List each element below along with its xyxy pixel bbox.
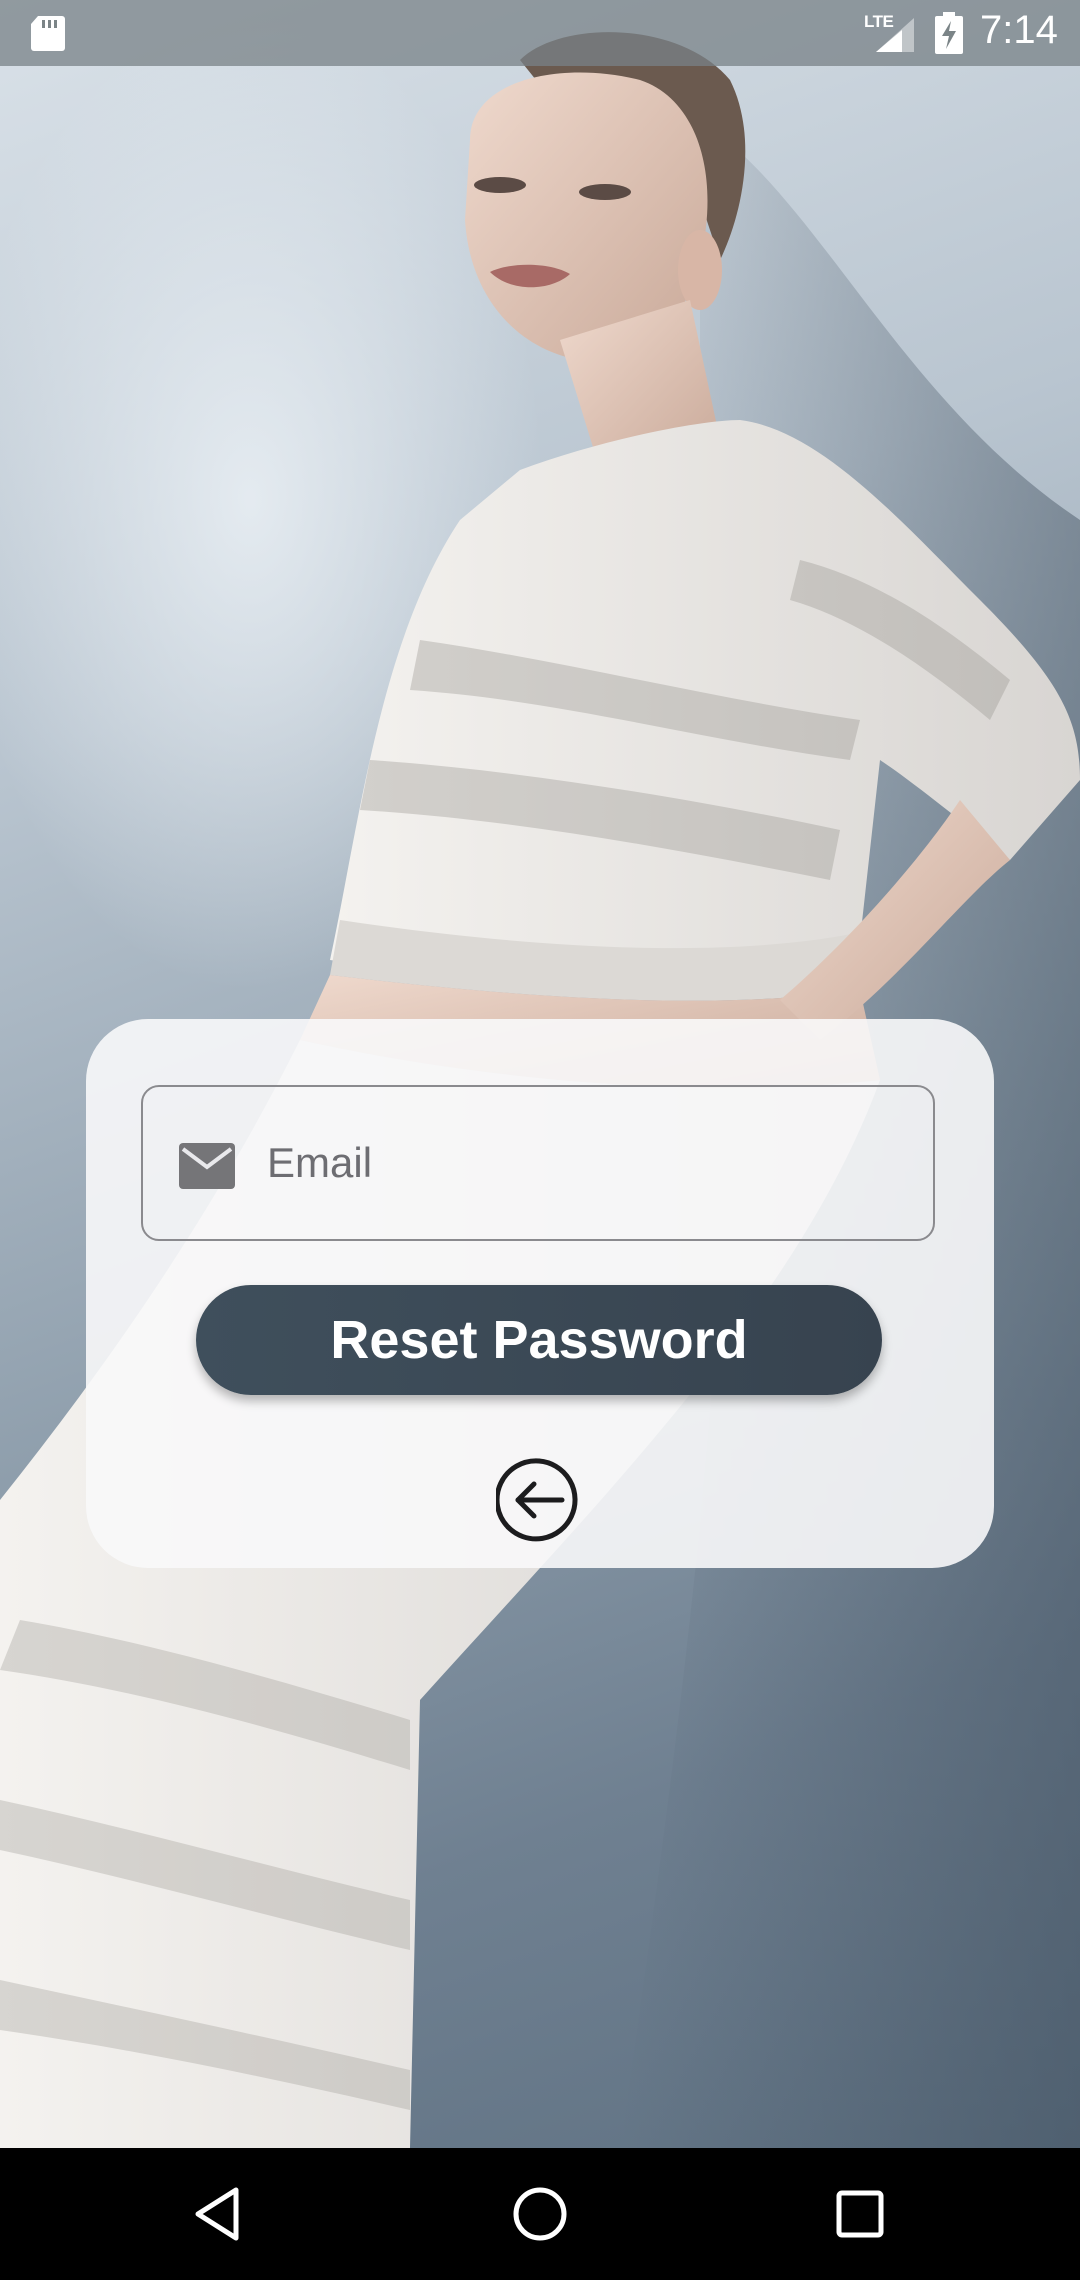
sd-card-icon — [31, 16, 65, 51]
email-field[interactable] — [141, 1085, 935, 1241]
email-input[interactable] — [267, 1121, 887, 1205]
nav-home-icon[interactable] — [510, 2184, 570, 2244]
status-time: 7:14 — [980, 8, 1058, 52]
status-bar: LTE 7:14 — [0, 0, 1080, 66]
system-navigation-bar — [0, 2148, 1080, 2280]
battery-charging-icon — [935, 12, 963, 54]
back-arrow-circle-icon[interactable] — [496, 1457, 582, 1543]
nav-recents-icon[interactable] — [830, 2184, 890, 2244]
mail-icon — [179, 1143, 235, 1189]
nav-back-icon[interactable] — [190, 2184, 250, 2244]
reset-password-card: Reset Password — [86, 1019, 994, 1568]
reset-password-button[interactable]: Reset Password — [196, 1285, 882, 1395]
reset-password-screen: LTE 7:14 Reset Password — [0, 0, 1080, 2280]
signal-icon — [876, 18, 914, 52]
